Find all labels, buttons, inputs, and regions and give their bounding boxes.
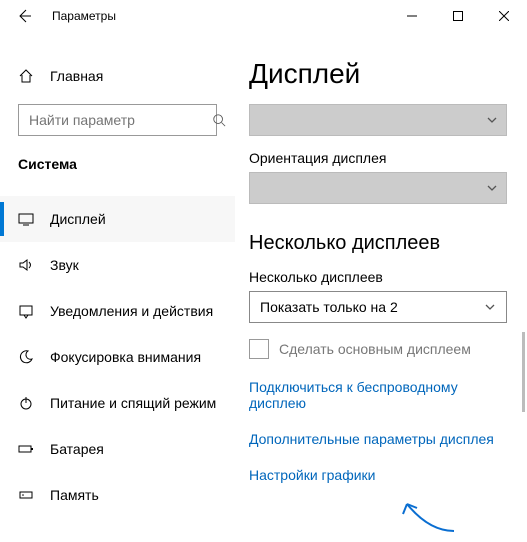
make-main-display-checkbox[interactable] xyxy=(249,339,269,359)
sidebar-item-notifications[interactable]: Уведомления и действия xyxy=(0,288,235,334)
annotation-arrow-icon xyxy=(399,496,459,536)
make-main-display-label: Сделать основным дисплеем xyxy=(279,341,471,357)
sidebar-item-label: Дисплей xyxy=(50,211,106,227)
multi-displays-label: Несколько дисплеев xyxy=(249,269,507,285)
back-button[interactable] xyxy=(6,0,42,32)
multi-displays-dropdown[interactable]: Показать только на 2 xyxy=(249,291,507,323)
orientation-label: Ориентация дисплея xyxy=(249,150,507,166)
sidebar-item-label: Уведомления и действия xyxy=(50,303,213,319)
home-icon xyxy=(18,68,34,84)
sidebar-item-battery[interactable]: Батарея xyxy=(0,426,235,472)
page-title: Дисплей xyxy=(249,58,507,90)
sidebar-item-focus[interactable]: Фокусировка внимания xyxy=(0,334,235,380)
search-input[interactable] xyxy=(18,104,217,136)
search-icon xyxy=(212,113,226,127)
close-button[interactable] xyxy=(481,0,527,32)
maximize-icon xyxy=(453,11,463,21)
multi-displays-value: Показать только на 2 xyxy=(260,299,398,315)
storage-icon xyxy=(18,487,34,503)
minimize-button[interactable] xyxy=(389,0,435,32)
chevron-down-icon xyxy=(484,301,496,313)
sidebar-item-sound[interactable]: Звук xyxy=(0,242,235,288)
sound-icon xyxy=(18,257,34,273)
search-field[interactable] xyxy=(27,111,212,129)
sidebar-section-label: Система xyxy=(0,150,235,182)
multi-displays-title: Несколько дисплеев xyxy=(249,232,507,255)
content: Дисплей Ориентация дисплея Несколько дис… xyxy=(235,32,527,542)
sidebar-item-label: Питание и спящий режим xyxy=(50,395,216,411)
sidebar-item-power[interactable]: Питание и спящий режим xyxy=(0,380,235,426)
arrow-left-icon xyxy=(16,8,32,24)
sidebar-item-storage[interactable]: Память xyxy=(0,472,235,518)
sidebar-item-label: Батарея xyxy=(50,441,104,457)
sidebar-home[interactable]: Главная xyxy=(0,58,235,94)
power-icon xyxy=(18,395,34,411)
scrollbar[interactable] xyxy=(522,332,525,412)
sidebar-item-label: Звук xyxy=(50,257,79,273)
sidebar-home-label: Главная xyxy=(50,68,103,84)
chevron-down-icon xyxy=(486,114,498,126)
titlebar: Параметры xyxy=(0,0,527,32)
sidebar: Главная Система Дисплей xyxy=(0,32,235,542)
orientation-dropdown[interactable] xyxy=(249,172,507,204)
battery-icon xyxy=(18,441,34,457)
close-icon xyxy=(499,11,509,21)
notifications-icon xyxy=(18,303,34,319)
make-main-display-row: Сделать основным дисплеем xyxy=(249,339,507,359)
maximize-button[interactable] xyxy=(435,0,481,32)
link-graphics-settings[interactable]: Настройки графики xyxy=(249,467,376,483)
resolution-dropdown[interactable] xyxy=(249,104,507,136)
sidebar-nav: Дисплей Звук Уведомления и действия xyxy=(0,196,235,518)
minimize-icon xyxy=(407,11,417,21)
link-wireless-display[interactable]: Подключиться к беспроводному дисплею xyxy=(249,379,507,411)
chevron-down-icon xyxy=(486,182,498,194)
sidebar-item-label: Фокусировка внимания xyxy=(50,349,201,365)
window-title: Параметры xyxy=(52,9,116,23)
sidebar-item-display[interactable]: Дисплей xyxy=(0,196,235,242)
sidebar-item-label: Память xyxy=(50,487,99,503)
focus-icon xyxy=(18,349,34,365)
link-advanced-display[interactable]: Дополнительные параметры дисплея xyxy=(249,431,494,447)
display-icon xyxy=(18,211,34,227)
